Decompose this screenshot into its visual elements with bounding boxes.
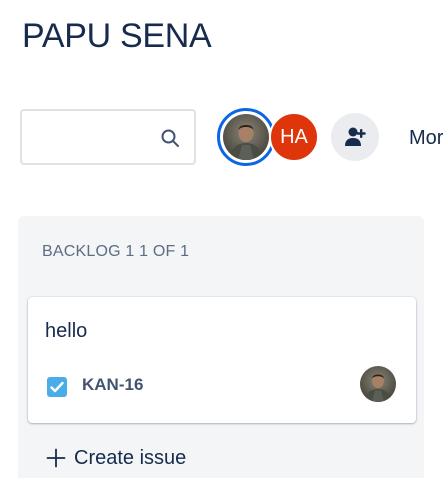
backlog-column: BACKLOG 1 1 OF 1 hello KAN-16 Create iss… bbox=[18, 216, 424, 478]
checkbox-task-icon bbox=[47, 377, 67, 397]
page-title: PAPU SENA bbox=[22, 17, 212, 55]
avatar-ha[interactable]: HA bbox=[269, 112, 319, 162]
search-box[interactable] bbox=[20, 109, 196, 165]
card-summary: hello bbox=[45, 320, 88, 342]
issue-card[interactable]: hello KAN-16 bbox=[28, 297, 416, 423]
avatar-filter-selected[interactable] bbox=[217, 108, 275, 166]
search-icon[interactable] bbox=[160, 128, 180, 148]
assignee-avatar[interactable] bbox=[360, 366, 396, 402]
more-filters-button[interactable]: Mor bbox=[409, 127, 443, 150]
avatar bbox=[223, 114, 269, 160]
add-people-button[interactable] bbox=[331, 113, 379, 161]
search-input[interactable] bbox=[30, 119, 162, 157]
create-issue-label: Create issue bbox=[74, 446, 187, 469]
board-page: PAPU SENA HA Mor BACKLOG 1 1 OF 1 hello … bbox=[0, 0, 443, 478]
plus-icon bbox=[46, 448, 66, 468]
issue-key-link[interactable]: KAN-16 bbox=[82, 375, 143, 395]
add-person-icon bbox=[345, 127, 366, 146]
avatar-initials: HA bbox=[280, 126, 308, 148]
column-header: BACKLOG 1 1 OF 1 bbox=[42, 243, 190, 260]
create-issue-button[interactable]: Create issue bbox=[46, 444, 186, 472]
